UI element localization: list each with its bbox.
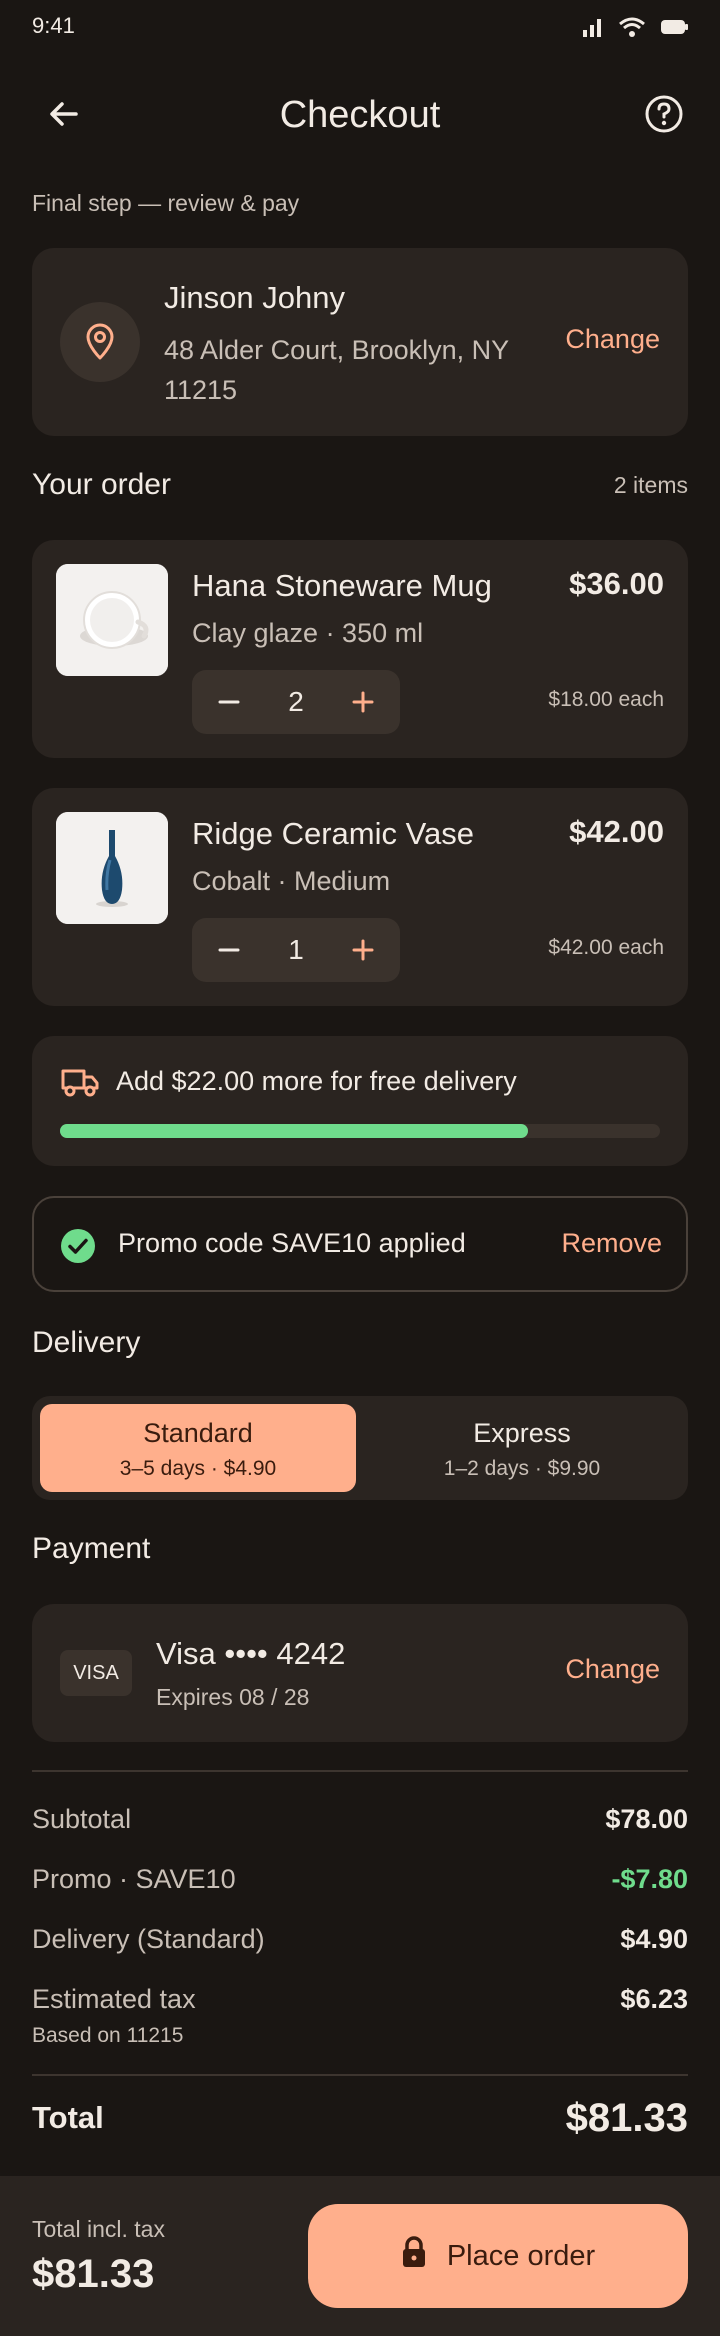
- tax-value: $6.23: [620, 1984, 688, 2014]
- item-name: Ridge Ceramic Vase: [192, 816, 474, 851]
- delivery-option-express[interactable]: Express 1–2 days · $9.90: [364, 1404, 680, 1492]
- location-pin-icon: [60, 302, 140, 382]
- plus-icon[interactable]: [348, 687, 378, 717]
- total-value: $81.33: [565, 2096, 688, 2140]
- product-image-mug: [56, 564, 168, 676]
- delivery-option-label: Standard: [143, 1418, 253, 1448]
- item-variant: Cobalt · Medium: [192, 866, 391, 896]
- plus-icon[interactable]: [348, 935, 378, 965]
- item-variant: Clay glaze · 350 ml: [192, 618, 424, 648]
- place-order-button[interactable]: Place order: [308, 2204, 688, 2308]
- quantity-value: 2: [288, 686, 304, 717]
- tax-label: Estimated tax: [32, 1984, 196, 2014]
- delivery-option-detail: 1–2 days · $9.90: [443, 1457, 601, 1480]
- total-incl-tax-amount: $81.33: [32, 2252, 155, 2296]
- truck-icon: [60, 1066, 100, 1103]
- delivery-option-detail: 3–5 days · $4.90: [119, 1457, 277, 1480]
- order-item: Ridge Ceramic Vase Cobalt · Medium $42.0…: [32, 788, 688, 1006]
- remove-promo-button[interactable]: Remove: [561, 1228, 662, 1259]
- quantity-value: 1: [288, 934, 304, 965]
- help-button[interactable]: [632, 84, 696, 148]
- status-bar: 9:41: [0, 0, 720, 56]
- total-label: Total: [32, 2100, 104, 2135]
- promo-applied-text: Promo code SAVE10 applied: [118, 1228, 466, 1258]
- quantity-stepper: 2: [192, 670, 400, 734]
- place-order-label: Place order: [446, 2239, 596, 2272]
- item-price: $42.00: [569, 814, 664, 849]
- delivery-fee-value: $4.90: [620, 1924, 688, 1954]
- promo-code-row: Promo code SAVE10 applied Remove: [32, 1196, 688, 1292]
- subtotal-label: Subtotal: [32, 1804, 132, 1834]
- card-expiry: Expires 08 / 28: [156, 1684, 310, 1710]
- payment-method-card: VISA Visa •••• 4242 Expires 08 / 28 Chan…: [32, 1604, 688, 1742]
- visa-logo: VISA: [60, 1650, 132, 1696]
- battery-icon: [660, 19, 688, 40]
- wifi-icon: [618, 16, 646, 43]
- delivery-fee-label: Delivery (Standard): [32, 1924, 265, 1954]
- promo-discount-value: -$7.80: [611, 1864, 688, 1894]
- progress-fill: [60, 1124, 528, 1138]
- total-incl-tax-label: Total incl. tax: [32, 2216, 165, 2242]
- delivery-options: Standard 3–5 days · $4.90 Express 1–2 da…: [32, 1396, 688, 1500]
- payment-section-title: Payment: [32, 1532, 151, 1565]
- item-name: Hana Stoneware Mug: [192, 568, 492, 603]
- card-number: Visa •••• 4242: [156, 1636, 346, 1671]
- order-item: Hana Stoneware Mug Clay glaze · 350 ml $…: [32, 540, 688, 758]
- help-icon: [644, 94, 684, 139]
- minus-icon[interactable]: [214, 935, 244, 965]
- check-circle-icon: [60, 1228, 96, 1269]
- page-title: Checkout: [279, 94, 441, 136]
- divider: [32, 2074, 688, 2076]
- app-bar: Checkout: [0, 76, 720, 156]
- free-delivery-banner: Add $22.00 more for free delivery: [32, 1036, 688, 1166]
- change-payment-button[interactable]: Change: [565, 1654, 660, 1685]
- minus-icon[interactable]: [214, 687, 244, 717]
- status-time: 9:41: [32, 13, 75, 38]
- items-count: 2 items: [613, 472, 688, 498]
- tax-note: Based on 11215: [32, 2024, 184, 2047]
- item-unit-price: $18.00 each: [548, 688, 664, 711]
- address-line: 48 Alder Court, Brooklyn, NY 11215: [164, 335, 509, 405]
- status-icons: [582, 16, 688, 43]
- quantity-stepper: 1: [192, 918, 400, 982]
- free-delivery-text: Add $22.00 more for free delivery: [116, 1066, 517, 1096]
- product-image-vase: [56, 812, 168, 924]
- checkout-subtitle: Final step — review & pay: [32, 190, 300, 216]
- delivery-option-label: Express: [473, 1418, 571, 1448]
- change-address-button[interactable]: Change: [565, 324, 660, 355]
- item-unit-price: $42.00 each: [548, 936, 664, 959]
- promo-discount-label: Promo · SAVE10: [32, 1864, 236, 1894]
- divider: [32, 1770, 688, 1772]
- subtotal-value: $78.00: [605, 1804, 688, 1834]
- signal-icon: [582, 17, 604, 42]
- delivery-section-title: Delivery: [32, 1326, 141, 1359]
- shipping-address-card: Jinson Johny 48 Alder Court, Brooklyn, N…: [32, 248, 688, 436]
- delivery-option-standard[interactable]: Standard 3–5 days · $4.90: [40, 1404, 356, 1492]
- item-price: $36.00: [569, 566, 664, 601]
- checkout-bottom-bar: Total incl. tax $81.33 Place order: [0, 2176, 720, 2336]
- recipient-name: Jinson Johny: [164, 280, 345, 315]
- free-delivery-progress: [60, 1124, 660, 1138]
- lock-icon: [401, 2236, 427, 2276]
- order-section-title: Your order: [32, 468, 171, 501]
